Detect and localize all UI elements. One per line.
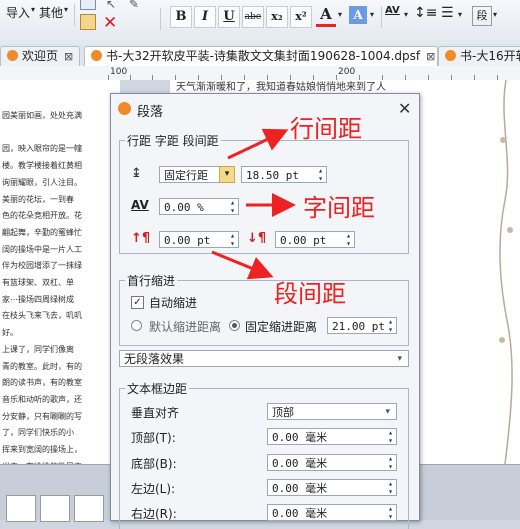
annotation-line-spacing: 行间距	[290, 115, 362, 143]
arrow-icon	[211, 250, 274, 280]
annotation-char-spacing: 字间距	[303, 194, 375, 222]
arrow-icon	[227, 128, 289, 160]
annotation-arrows	[211, 128, 296, 280]
annotation-para-spacing: 段间距	[274, 280, 346, 308]
